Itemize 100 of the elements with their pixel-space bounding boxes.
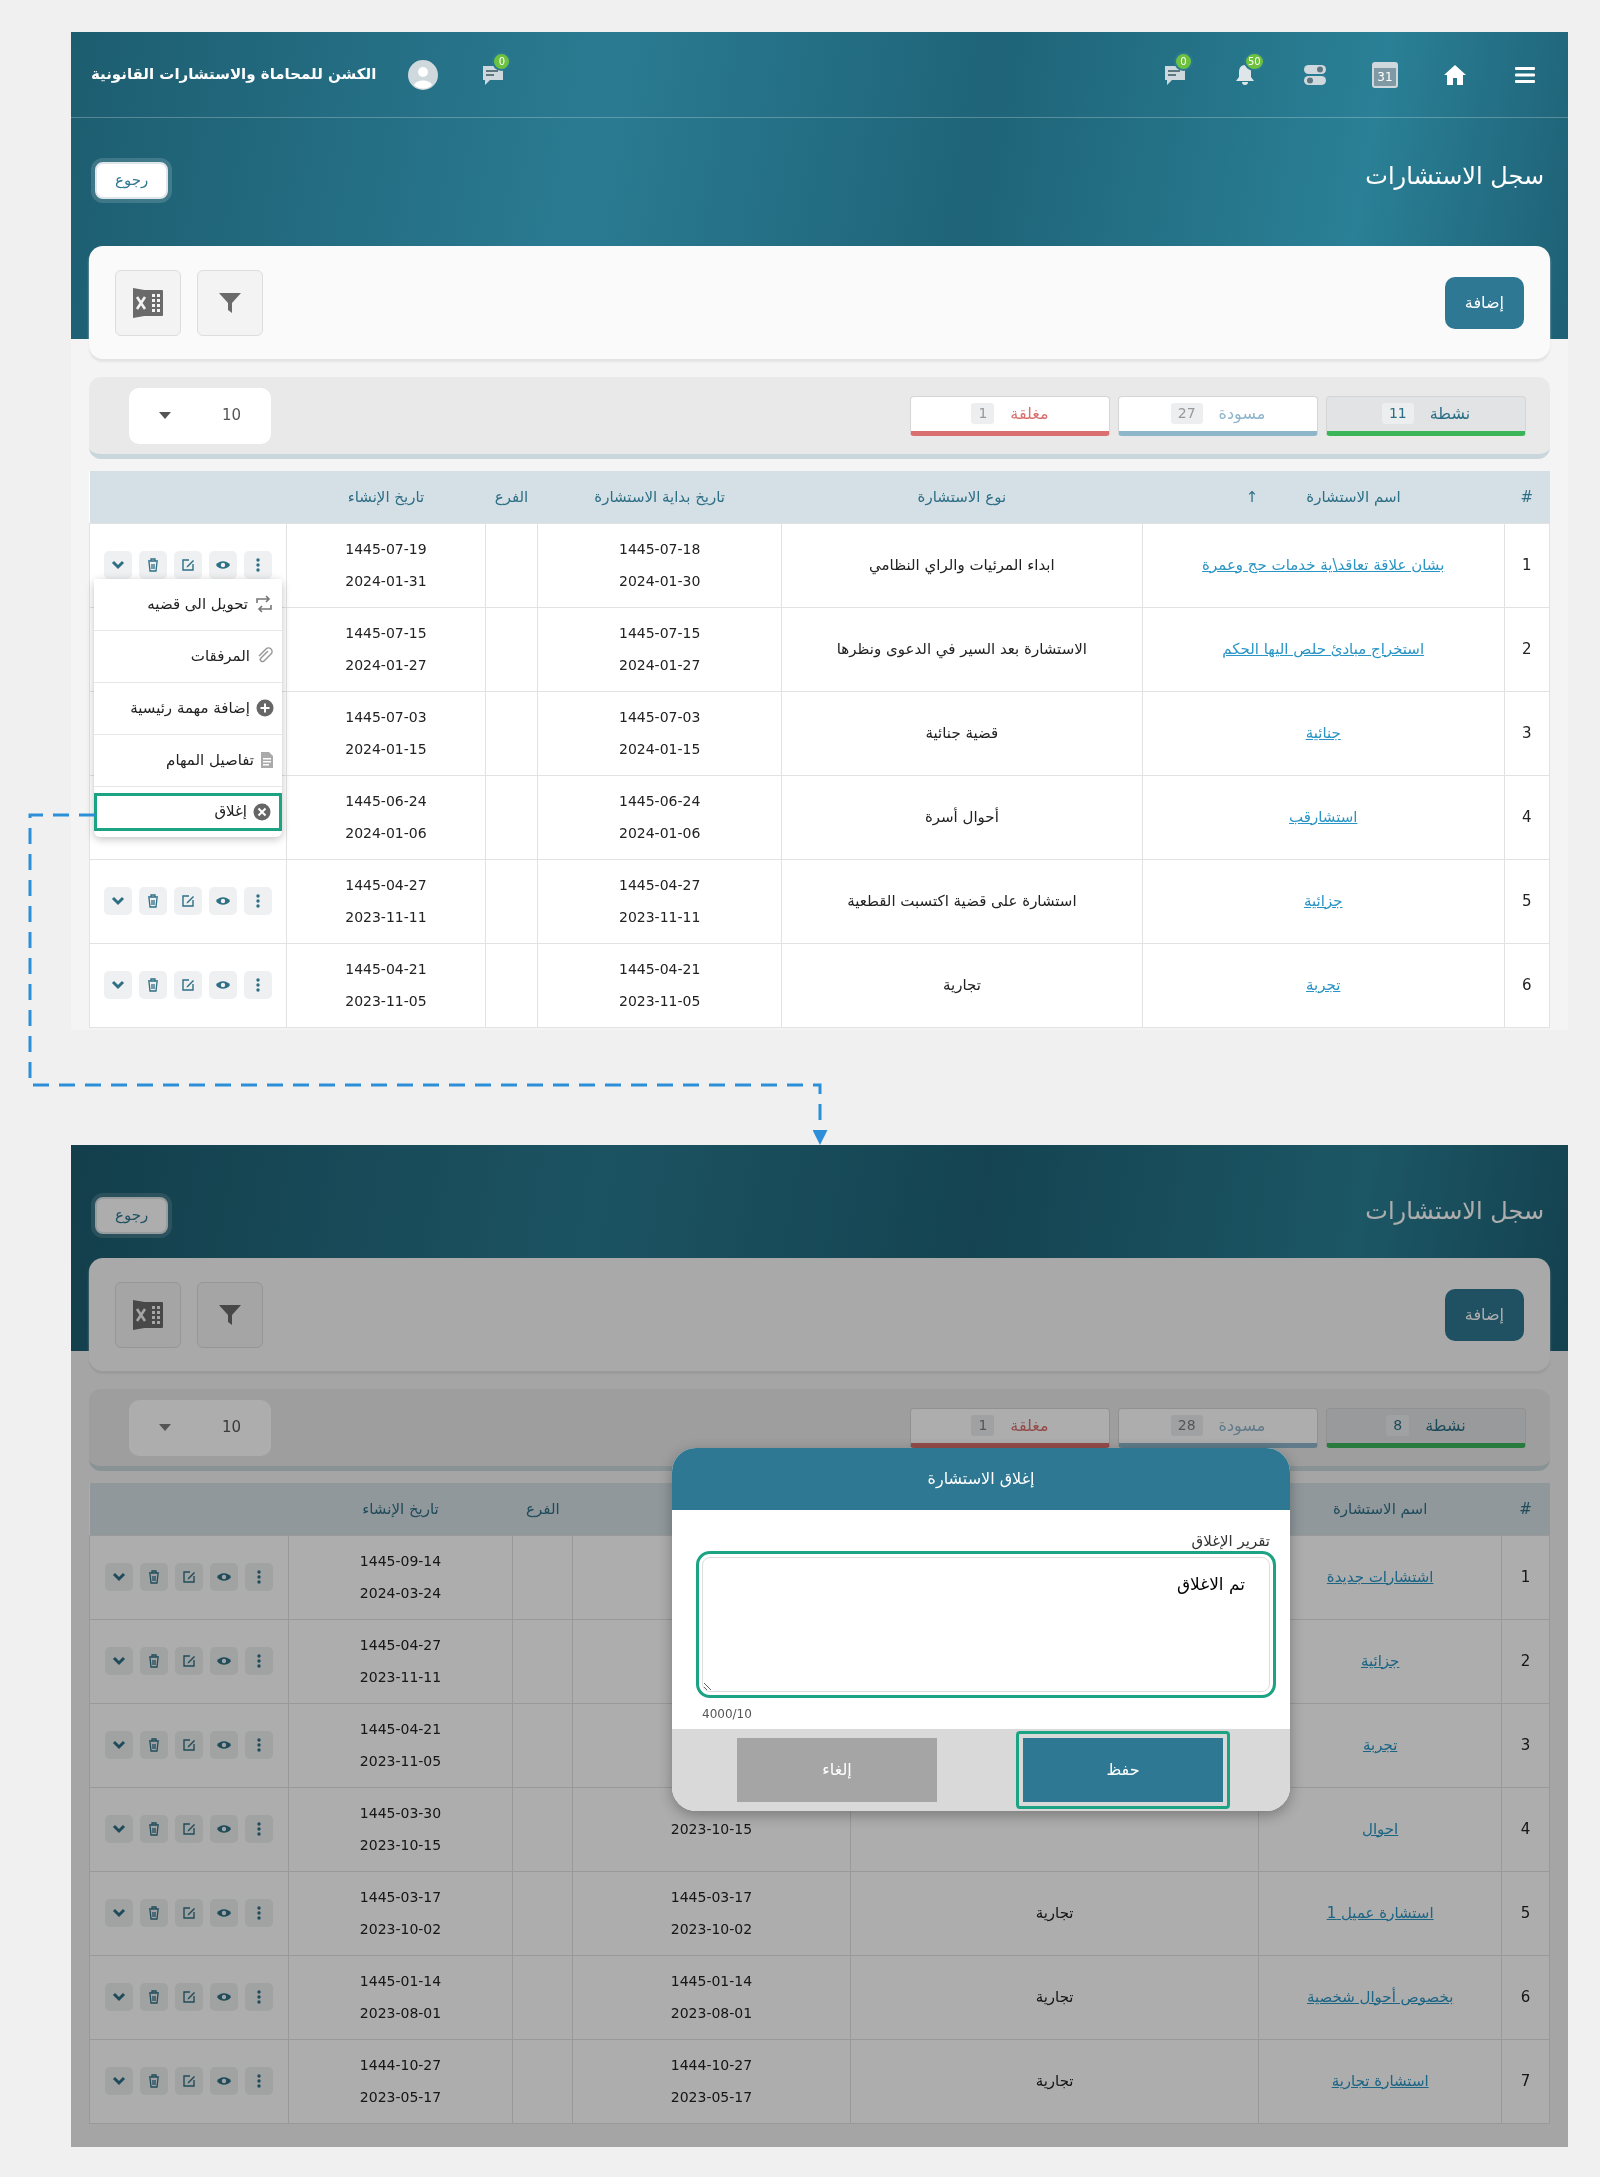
edit-button[interactable] xyxy=(174,1647,203,1675)
excel-export-button[interactable] xyxy=(115,269,181,336)
messages-button[interactable]: 0 xyxy=(470,51,517,98)
trash-icon xyxy=(147,558,160,572)
delete-button[interactable] xyxy=(139,971,168,999)
consultation-link[interactable]: استشارة عميل 1 xyxy=(1326,1903,1434,1922)
page-size-select[interactable]: 10 xyxy=(129,387,271,444)
excel-export-button[interactable] xyxy=(115,1281,181,1348)
consultation-link[interactable]: جزائية xyxy=(1360,1651,1400,1670)
expand-button[interactable] xyxy=(104,551,133,579)
save-button[interactable]: حفظ xyxy=(1016,1730,1230,1809)
delete-button[interactable] xyxy=(139,1731,168,1759)
consultation-link[interactable]: استخراج مبادئ حلص اليها الحكم xyxy=(1222,639,1425,658)
delete-button[interactable] xyxy=(139,1647,168,1675)
consultation-link[interactable]: استشارة تجارية xyxy=(1331,2071,1429,2090)
edit-button[interactable] xyxy=(174,2067,203,2095)
column-header[interactable]: اسم الاستشارة xyxy=(1332,1499,1428,1518)
column-header[interactable]: نوع الاستشارة xyxy=(917,487,1007,506)
expand-button[interactable] xyxy=(104,887,133,915)
sort-arrow-icon[interactable]: ↑ xyxy=(1245,485,1259,508)
consultation-link[interactable]: احوال xyxy=(1362,1819,1399,1838)
menu-item[interactable]: إضافة مهمة رئيسية xyxy=(94,682,282,735)
edit-button[interactable] xyxy=(174,1731,203,1759)
more-button[interactable] xyxy=(244,551,273,579)
edit-button[interactable] xyxy=(174,971,203,999)
edit-button[interactable] xyxy=(174,1815,203,1843)
chevron-down-icon xyxy=(111,1908,126,1918)
column-header[interactable]: # xyxy=(1520,487,1534,506)
menu-item[interactable]: تحويل الى قضيه xyxy=(94,578,282,631)
add-button[interactable]: إضافة xyxy=(1444,276,1524,329)
column-header[interactable]: # xyxy=(1519,1499,1532,1518)
view-button[interactable] xyxy=(209,1647,238,1675)
view-button[interactable] xyxy=(209,1563,238,1591)
consultation-link[interactable]: جنائية xyxy=(1305,723,1341,742)
column-header[interactable]: تاريخ الإنشاء xyxy=(362,1499,439,1518)
consultation-link[interactable]: جزائية xyxy=(1303,891,1343,910)
consultation-link[interactable]: تجربة xyxy=(1306,975,1341,994)
delete-button[interactable] xyxy=(139,1899,168,1927)
expand-button[interactable] xyxy=(104,1983,133,2011)
delete-button[interactable] xyxy=(139,1983,168,2011)
menu-item[interactable]: تفاصيل المهام xyxy=(94,734,282,787)
delete-button[interactable] xyxy=(139,551,168,579)
edit-button[interactable] xyxy=(174,1899,203,1927)
view-button[interactable] xyxy=(209,2067,238,2095)
view-button[interactable] xyxy=(209,1983,238,2011)
column-header[interactable]: تاريخ الإنشاء xyxy=(347,487,425,506)
hijri-date: 1445-07-15 xyxy=(344,624,428,643)
expand-button[interactable] xyxy=(104,1815,133,1843)
hijri-date: 1445-06-24 xyxy=(617,792,702,811)
view-button[interactable] xyxy=(209,551,238,579)
edit-button[interactable] xyxy=(174,551,203,579)
expand-button[interactable] xyxy=(104,2067,133,2095)
expand-button[interactable] xyxy=(104,1563,133,1591)
swap-arrows-icon xyxy=(254,595,274,613)
view-button[interactable] xyxy=(209,1899,238,1927)
menu-item[interactable]: إغلاق xyxy=(94,792,282,831)
notifications-button[interactable]: 50 xyxy=(1222,51,1268,98)
view-button[interactable] xyxy=(209,971,238,999)
more-button[interactable] xyxy=(244,1647,273,1675)
edit-button[interactable] xyxy=(174,1563,203,1591)
expand-button[interactable] xyxy=(104,1731,133,1759)
more-button[interactable] xyxy=(244,1899,273,1927)
delete-button[interactable] xyxy=(139,1563,168,1591)
chat-button[interactable]: 0 xyxy=(1152,51,1198,98)
consultation-link[interactable]: تجربة xyxy=(1362,1735,1398,1754)
more-button[interactable] xyxy=(244,1815,273,1843)
delete-button[interactable] xyxy=(139,887,168,915)
view-button[interactable] xyxy=(209,1731,238,1759)
page-size-select[interactable]: 10 xyxy=(129,1399,271,1456)
delete-button[interactable] xyxy=(139,2067,168,2095)
view-button[interactable] xyxy=(209,887,238,915)
more-button[interactable] xyxy=(244,971,273,999)
more-button[interactable] xyxy=(244,887,273,915)
back-button[interactable]: رجوع xyxy=(95,162,169,199)
menu-item[interactable]: المرفقات xyxy=(94,630,282,683)
back-button[interactable]: رجوع xyxy=(95,1197,169,1234)
consultation-link[interactable]: اشتشارات جديدة xyxy=(1326,1567,1434,1586)
filter-button[interactable] xyxy=(197,269,263,336)
consultation-link[interactable]: بشان علاقة تعاقد\ية خدمات حج وعمرة xyxy=(1202,555,1445,574)
expand-button[interactable] xyxy=(104,1647,133,1675)
edit-button[interactable] xyxy=(174,1983,203,2011)
calendar-button[interactable]: 31 xyxy=(1372,61,1398,88)
filter-button[interactable] xyxy=(197,1281,263,1348)
edit-button[interactable] xyxy=(174,887,203,915)
add-button[interactable]: إضافة xyxy=(1444,1288,1524,1341)
view-button[interactable] xyxy=(209,1815,238,1843)
column-header[interactable]: اسم الاستشارة xyxy=(1306,485,1401,508)
kebab-menu-icon xyxy=(256,1654,261,1668)
consultation-link[interactable]: بخصوص أحوال شخصية xyxy=(1306,1987,1454,2006)
more-button[interactable] xyxy=(244,1563,273,1591)
delete-button[interactable] xyxy=(139,1815,168,1843)
date-text: 2023-10-02 xyxy=(669,1920,754,1939)
expand-button[interactable] xyxy=(104,1899,133,1927)
kebab-menu-icon xyxy=(256,558,261,572)
more-button[interactable] xyxy=(244,2067,273,2095)
more-button[interactable] xyxy=(244,1731,273,1759)
expand-button[interactable] xyxy=(104,971,133,999)
column-header[interactable]: تاريخ بداية الاستشارة xyxy=(594,487,725,506)
more-button[interactable] xyxy=(244,1983,273,2011)
consultation-link[interactable]: استشارقب xyxy=(1289,807,1358,826)
